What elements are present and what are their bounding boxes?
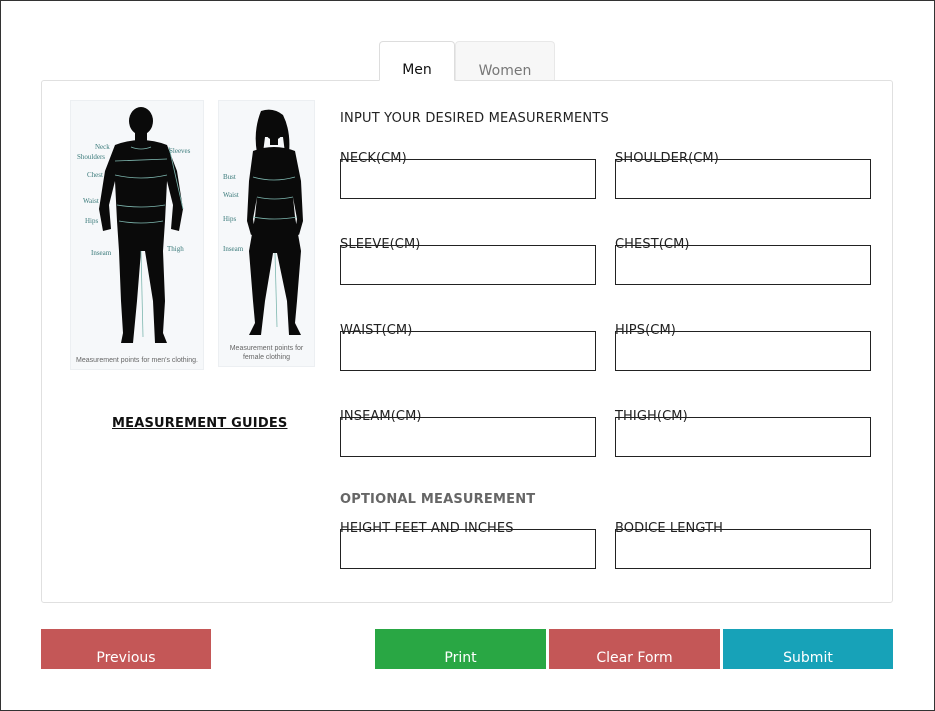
men-label-thigh: Thigh [167,245,184,253]
female-silhouette-icon: Bust Waist Hips Inseam [223,109,303,335]
women-label-hips: Hips [223,215,237,223]
gender-tabs: Men Women [379,41,555,81]
men-label-hips: Hips [85,217,99,225]
women-measurement-figure: Bust Waist Hips Inseam Measurement point… [218,100,315,367]
women-label-inseam: Inseam [223,245,244,253]
sleeve-label: SLEEVE(CM) [340,237,421,252]
women-figure-caption: Measurement points for female clothing [229,345,304,361]
chest-label: CHEST(CM) [615,237,690,252]
submit-button[interactable]: Submit [723,629,893,669]
male-silhouette-icon: Neck Shoulders Sleeves Chest Waist Hips … [77,107,191,343]
shoulder-label: SHOULDER(CM) [615,151,719,166]
optional-measurement-title: OPTIONAL MEASUREMENT [340,492,536,507]
tab-women[interactable]: Women [455,41,555,81]
inseam-label: INSEAM(CM) [340,409,422,424]
clear-form-button[interactable]: Clear Form [549,629,720,669]
neck-label: NECK(CM) [340,151,407,166]
men-figure-caption: Measurement points for men's clothing. [76,357,198,364]
form-title: INPUT YOUR DESIRED MEASURERMENTS [340,111,609,126]
measurement-panel: Neck Shoulders Sleeves Chest Waist Hips … [41,80,893,603]
tab-men[interactable]: Men [379,41,455,81]
men-label-inseam: Inseam [91,249,112,257]
women-label-bust: Bust [223,173,236,181]
men-measurement-figure: Neck Shoulders Sleeves Chest Waist Hips … [70,100,204,370]
men-label-chest: Chest [87,171,103,179]
men-label-shoulders: Shoulders [77,153,105,161]
men-label-sleeves: Sleeves [169,147,191,155]
men-label-neck: Neck [95,143,110,151]
previous-button[interactable]: Previous [41,629,211,669]
men-label-waist: Waist [83,197,99,205]
measurement-guides-link[interactable]: MEASUREMENT GUIDES [112,416,287,431]
waist-label: WAIST(CM) [340,323,413,338]
bodice-length-label: BODICE LENGTH [615,521,723,536]
hips-label: HIPS(CM) [615,323,676,338]
height-label: HEIGHT FEET AND INCHES [340,521,514,536]
thigh-label: THIGH(CM) [615,409,688,424]
print-button[interactable]: Print [375,629,546,669]
women-label-waist: Waist [223,191,239,199]
